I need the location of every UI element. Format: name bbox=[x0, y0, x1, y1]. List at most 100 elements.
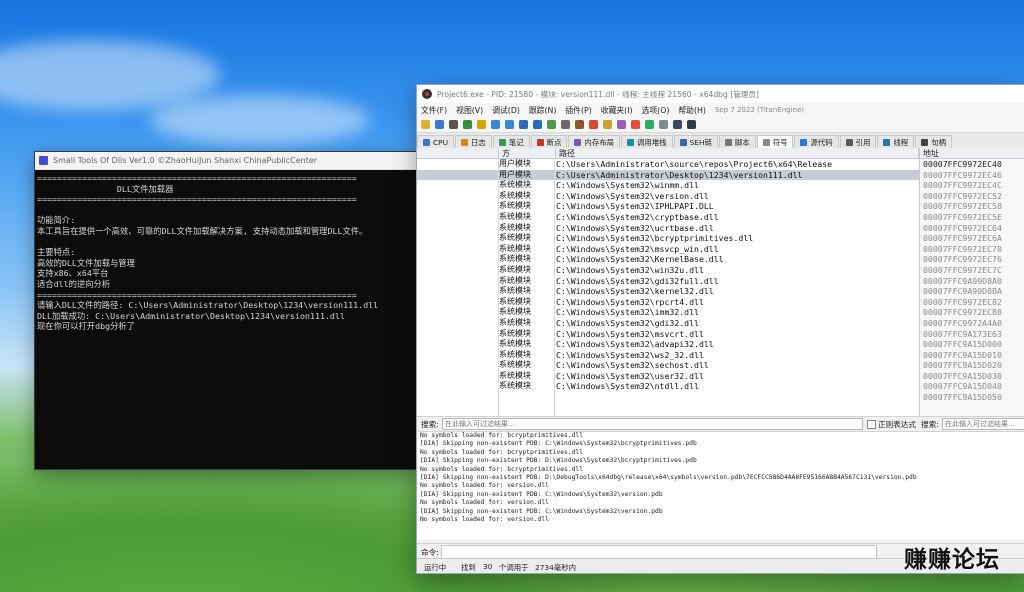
module-row[interactable]: 系统模块 C:\Windows\System32\gdi32.dll bbox=[417, 318, 919, 329]
module-row[interactable]: 系统模块 C:\Windows\System32\sechost.dll bbox=[417, 360, 919, 371]
address-row[interactable]: 00007FFC9A99D8BA bbox=[920, 286, 1024, 297]
type-column-header[interactable]: 方 bbox=[499, 148, 556, 159]
dbg-titlebar[interactable]: Project6.exe - PID: 21580 - 模块: version1… bbox=[417, 85, 1024, 103]
module-row[interactable]: 用户模块 C:\Users\Administrator\source\repos\… bbox=[417, 159, 919, 170]
tab[interactable]: 符号 bbox=[756, 135, 794, 148]
menu-item[interactable]: 帮助(H) bbox=[678, 105, 706, 116]
run-icon[interactable] bbox=[463, 120, 472, 129]
address-row[interactable]: 00007FFC9972EC6A bbox=[920, 233, 1024, 244]
module-row[interactable]: 系统模块 C:\Windows\System32\winmm.dll bbox=[417, 180, 919, 191]
bookmarks-icon[interactable] bbox=[631, 120, 640, 129]
module-row[interactable]: 系统模块 C:\Windows\System32\msvcp_win.dll bbox=[417, 244, 919, 255]
module-row[interactable]: 系统模块 C:\Windows\System32\ntdll.dll bbox=[417, 381, 919, 392]
open-icon[interactable] bbox=[421, 120, 430, 129]
calculator-icon[interactable] bbox=[673, 120, 682, 129]
step-into-icon[interactable] bbox=[491, 120, 500, 129]
tab[interactable]: 源代码 bbox=[794, 135, 839, 148]
trace-into-icon[interactable] bbox=[519, 120, 528, 129]
functions-icon[interactable] bbox=[645, 120, 654, 129]
module-row[interactable]: 系统模块 C:\Windows\System32\ws2_32.dll bbox=[417, 350, 919, 361]
address-row[interactable]: 00007FFC9972EC40 bbox=[920, 159, 1024, 170]
module-row[interactable]: 系统模块 C:\Windows\System32\win32u.dll bbox=[417, 265, 919, 276]
address-row[interactable]: 00007FFC9972EC64 bbox=[920, 223, 1024, 234]
restart-icon[interactable] bbox=[435, 120, 444, 129]
path-column-header[interactable]: 路径 bbox=[556, 148, 919, 159]
x64dbg-window[interactable]: Project6.exe - PID: 21580 - 模块: version1… bbox=[416, 84, 1024, 574]
found-count: 30 bbox=[483, 562, 493, 571]
trace-over-icon[interactable] bbox=[533, 120, 542, 129]
close-icon[interactable] bbox=[449, 120, 458, 129]
variables-icon[interactable] bbox=[659, 120, 668, 129]
scylla-icon[interactable] bbox=[575, 120, 584, 129]
address-row[interactable]: 00007FFC9972EC4C bbox=[920, 180, 1024, 191]
patch-icon[interactable] bbox=[589, 120, 598, 129]
address-row[interactable]: 00007FFC9A99D8A0 bbox=[920, 276, 1024, 287]
console-titlebar[interactable]: Small Tools Of Dlls Ver1.0 ©ZhaoHuiJun S… bbox=[35, 152, 422, 170]
run-to-user-code-icon[interactable] bbox=[561, 120, 570, 129]
labels-icon[interactable] bbox=[617, 120, 626, 129]
blank-column-header[interactable] bbox=[417, 148, 499, 159]
tab[interactable]: 笔记 bbox=[492, 135, 530, 148]
execute-till-return-icon[interactable] bbox=[547, 120, 556, 129]
address-column-header[interactable]: 地址 bbox=[920, 148, 1024, 159]
address-row[interactable]: 00007FFC9A15D040 bbox=[920, 381, 1024, 392]
address-row[interactable]: 00007FFC9972EC88 bbox=[920, 307, 1024, 318]
module-row[interactable]: 系统模块 C:\Windows\System32\imm32.dll bbox=[417, 307, 919, 318]
address-row[interactable]: 00007FFC9972EC70 bbox=[920, 244, 1024, 255]
menu-item[interactable]: 选项(O) bbox=[642, 105, 670, 116]
address-row[interactable]: 00007FFC9972EC82 bbox=[920, 297, 1024, 308]
search-input[interactable] bbox=[442, 418, 863, 430]
module-row[interactable]: 系统模块 C:\Windows\System32\bcryptprimitives… bbox=[417, 233, 919, 244]
address-row[interactable]: 00007FFC9A15D050 bbox=[920, 392, 1024, 403]
module-row[interactable]: 用户模块 C:\Users\Administrator\Desktop\1234\… bbox=[417, 169, 919, 181]
tab[interactable]: 线程 bbox=[877, 135, 915, 148]
search-input-2[interactable] bbox=[942, 418, 1024, 430]
menu-item[interactable]: 插件(P) bbox=[565, 105, 591, 116]
address-row[interactable]: 00007FFC9A15D020 bbox=[920, 360, 1024, 371]
address-row[interactable]: 00007FFC9972EC76 bbox=[920, 254, 1024, 265]
address-row[interactable]: 00007FFC9972EC46 bbox=[920, 170, 1024, 181]
module-row[interactable]: 系统模块 C:\Windows\System32\version.dll bbox=[417, 191, 919, 202]
menu-item[interactable]: 收藏夹(I) bbox=[601, 105, 633, 116]
tab[interactable]: SEH链 bbox=[673, 135, 718, 148]
address-row[interactable]: 00007FFC9A15D010 bbox=[920, 350, 1024, 361]
regex-checkbox[interactable] bbox=[867, 420, 876, 429]
tab[interactable]: 日志 bbox=[455, 135, 492, 148]
address-row[interactable]: 00007FFC9972EC7C bbox=[920, 265, 1024, 276]
module-row[interactable]: 系统模块 C:\Windows\System32\msvcrt.dll bbox=[417, 329, 919, 340]
tab[interactable]: CPU bbox=[417, 135, 455, 148]
module-row[interactable]: 系统模块 C:\Windows\System32\rpcrt4.dll bbox=[417, 297, 919, 308]
tab[interactable]: 引用 bbox=[839, 135, 877, 148]
address-row[interactable]: 00007FFC9972EC52 bbox=[920, 191, 1024, 202]
module-row[interactable]: 系统模块 C:\Windows\System32\user32.dll bbox=[417, 371, 919, 382]
settings-icon[interactable] bbox=[687, 120, 696, 129]
module-row[interactable]: 系统模块 C:\Windows\System32\cryptbase.dll bbox=[417, 212, 919, 223]
comments-icon[interactable] bbox=[603, 120, 612, 129]
address-row[interactable]: 00007FFC9972EC5E bbox=[920, 212, 1024, 223]
module-row[interactable]: 系统模块 C:\Windows\System32\KernelBase.dll bbox=[417, 254, 919, 265]
address-row[interactable]: 00007FFC9A173E63 bbox=[920, 329, 1024, 340]
module-row[interactable]: 系统模块 C:\Windows\System32\advapi32.dll bbox=[417, 339, 919, 350]
tab[interactable]: 断点 bbox=[530, 135, 568, 148]
menu-item[interactable]: 调试(D) bbox=[492, 105, 520, 116]
address-row[interactable]: 00007FFC9A15D030 bbox=[920, 371, 1024, 382]
module-path: C:\Windows\System32\ws2_32.dll bbox=[556, 349, 704, 360]
address-row[interactable]: 00007FFC9A15D000 bbox=[920, 339, 1024, 350]
step-over-icon[interactable] bbox=[505, 120, 514, 129]
pause-icon[interactable] bbox=[477, 120, 486, 129]
menu-item[interactable]: 跟踪(N) bbox=[529, 105, 557, 116]
tab[interactable]: 句柄 bbox=[915, 135, 953, 148]
console-window[interactable]: Small Tools Of Dlls Ver1.0 ©ZhaoHuiJun S… bbox=[34, 151, 423, 470]
module-row[interactable]: 系统模块 C:\Windows\System32\IPHLPAPI.DLL bbox=[417, 201, 919, 212]
tab[interactable]: 脚本 bbox=[718, 135, 756, 148]
address-row[interactable]: 00007FFC9972EC58 bbox=[920, 201, 1024, 212]
module-row[interactable]: 系统模块 C:\Windows\System32\ucrtbase.dll bbox=[417, 223, 919, 234]
tab[interactable]: 调用堆栈 bbox=[621, 135, 673, 148]
menu-item[interactable]: 文件(F) bbox=[421, 105, 447, 116]
menu-item[interactable]: 视图(V) bbox=[456, 105, 483, 116]
module-row[interactable]: 系统模块 C:\Windows\System32\kernel32.dll bbox=[417, 286, 919, 297]
address-row[interactable]: 00007FFC9972A4A0 bbox=[920, 318, 1024, 329]
module-row[interactable]: 系统模块 C:\Windows\System32\gdi32full.dll bbox=[417, 276, 919, 287]
tab[interactable]: 内存布局 bbox=[568, 135, 620, 148]
command-input[interactable] bbox=[441, 545, 877, 559]
